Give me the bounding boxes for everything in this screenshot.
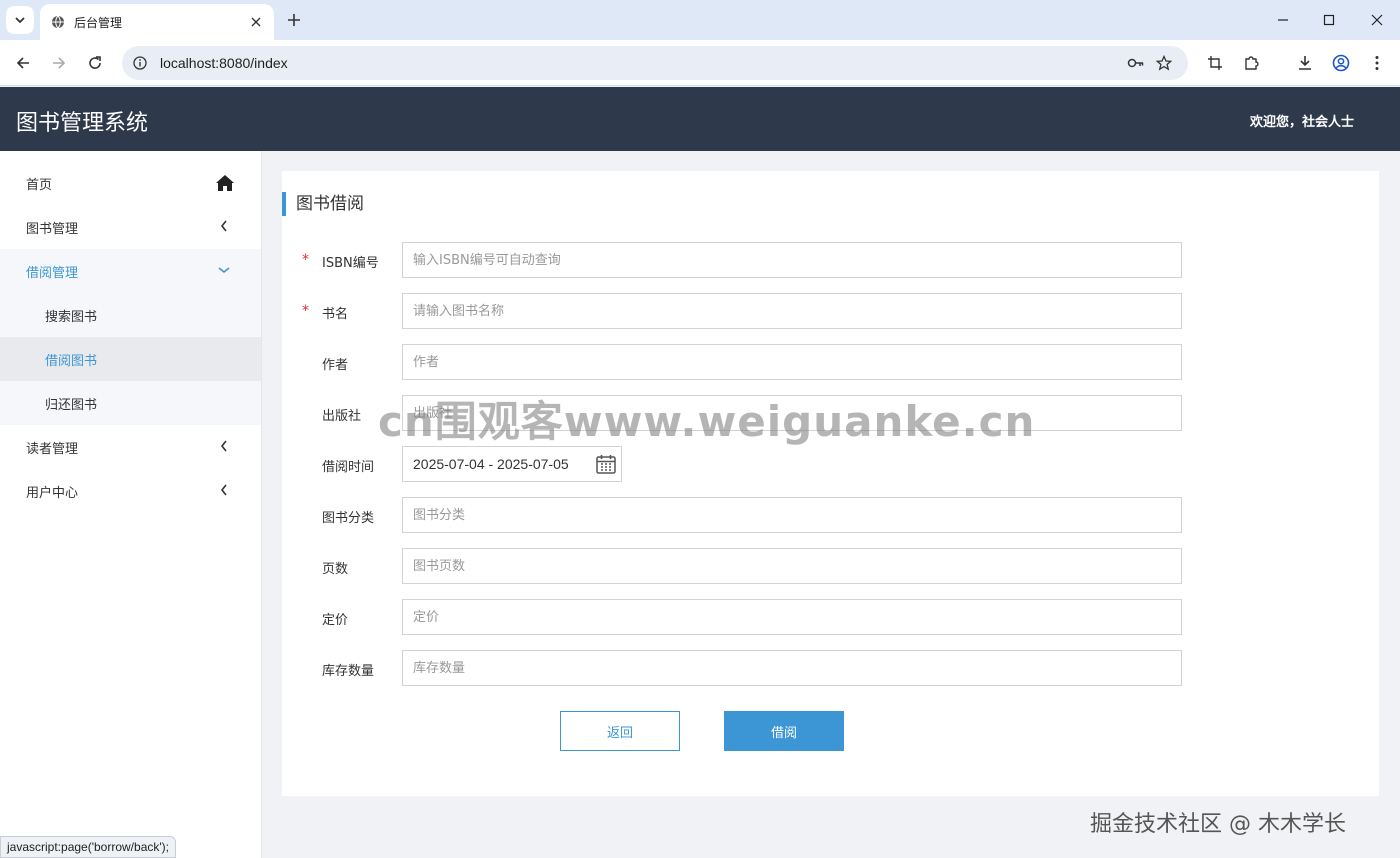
sidebar-item-label: 图书管理 [26,221,79,237]
chevron-left-icon [217,219,231,233]
forward-nav-button[interactable] [45,49,73,77]
sidebar-subitem-return-book[interactable]: 归还图书 [0,381,261,425]
book-name-input[interactable] [402,293,1182,329]
form-label: 图书分类 [322,511,375,526]
category-input[interactable] [402,497,1182,533]
key-icon[interactable] [1122,49,1150,77]
stock-input[interactable] [402,650,1182,686]
extensions-icon[interactable] [1237,49,1265,77]
form-label: 作者 [322,358,349,373]
tab-title: 后台管理 [74,15,123,30]
arrow-right-icon [53,57,66,69]
arrow-left-icon [16,57,29,69]
profile-icon[interactable] [1327,49,1355,77]
plus-icon [288,14,300,26]
form-row-publisher: 出版社 [282,395,1379,431]
address-bar[interactable]: localhost:8080/index [122,46,1188,80]
back-button[interactable]: 返回 [560,711,680,751]
sidebar: 首页 图书管理 借阅管理 搜索图书 借阅图书 归还图书 读者管理 用户中心 [0,151,262,858]
maximize-icon [1323,14,1335,26]
new-tab-button[interactable] [282,8,306,32]
crop-icon[interactable] [1201,49,1229,77]
maximize-button[interactable] [1306,0,1352,40]
borrow-submenu: 搜索图书 借阅图书 归还图书 [0,293,261,425]
site-info-icon[interactable] [132,55,148,71]
form-title: 图书借阅 [282,192,364,216]
form-label: 页数 [322,562,349,577]
form-row-borrow-time: 借阅时间 2025-07-04 - 2025-07-05 [282,446,1379,482]
sidebar-item-label: 首页 [26,177,53,193]
sidebar-item-user-center[interactable]: 用户中心 [0,469,261,513]
form-row-price: 定价 [282,599,1379,635]
download-icon[interactable] [1291,49,1319,77]
close-icon [1371,14,1383,26]
required-marker: * [302,303,309,319]
sidebar-item-reader-management[interactable]: 读者管理 [0,425,261,469]
sidebar-item-borrow-management[interactable]: 借阅管理 [0,249,261,293]
isbn-input[interactable] [402,242,1182,278]
chevron-down-icon [217,263,231,277]
sidebar-item-label: 借阅图书 [45,353,98,369]
window-close-button[interactable] [1354,0,1400,40]
browser-toolbar: localhost:8080/index [0,40,1400,112]
form-row-author: 作者 [282,344,1379,380]
form-row-stock: 库存数量 [282,650,1379,686]
publisher-input[interactable] [402,395,1182,431]
sidebar-item-label: 归还图书 [45,397,98,413]
credit-text: 掘金技术社区 @ 木木学长 [1090,812,1346,837]
app-header: 图书管理系统 欢迎您，社会人士 [0,87,1400,151]
required-marker: * [302,252,309,268]
borrow-form-card: 图书借阅 * ISBN编号 * 书名 作者 出版社 借阅时间 2025-07-0… [282,171,1379,796]
chevron-down-icon [15,17,25,24]
status-bar-link: javascript:page('borrow/back'); [0,836,176,858]
sidebar-item-label: 读者管理 [26,441,79,457]
reload-button[interactable] [81,49,109,77]
sidebar-item-home[interactable]: 首页 [0,161,261,205]
minimize-button[interactable] [1260,0,1306,40]
form-row-title: * 书名 [282,293,1379,329]
form-label: 库存数量 [322,664,375,679]
sidebar-item-label: 用户中心 [26,485,79,501]
sidebar-item-label: 借阅管理 [26,265,79,281]
form-label: 借阅时间 [322,460,375,475]
browser-tab-bar: 后台管理 [0,0,1400,40]
borrow-date-range-input[interactable]: 2025-07-04 - 2025-07-05 [402,446,622,482]
form-label: 书名 [322,307,349,322]
chevron-left-icon [217,439,231,453]
tab-search-button[interactable] [6,6,34,34]
minimize-icon [1278,19,1288,21]
more-menu-icon[interactable] [1363,49,1391,77]
form-label: 出版社 [322,409,362,424]
welcome-text: 欢迎您，社会人士 [1249,115,1354,130]
date-range-value: 2025-07-04 - 2025-07-05 [413,456,569,472]
globe-icon [50,14,66,30]
form-label: ISBN编号 [322,256,379,271]
author-input[interactable] [402,344,1182,380]
pages-input[interactable] [402,548,1182,584]
chevron-left-icon [217,483,231,497]
price-input[interactable] [402,599,1182,635]
sidebar-item-label: 搜索图书 [45,309,98,325]
sidebar-item-book-management[interactable]: 图书管理 [0,205,261,249]
browser-tab[interactable]: 后台管理 [40,4,274,40]
form-label: 定价 [322,613,349,628]
app-title: 图书管理系统 [16,111,149,136]
back-nav-button[interactable] [9,49,37,77]
form-row-isbn: * ISBN编号 [282,242,1379,278]
form-row-category: 图书分类 [282,497,1379,533]
form-row-pages: 页数 [282,548,1379,584]
sidebar-subitem-search-book[interactable]: 搜索图书 [0,293,261,337]
close-icon[interactable] [248,14,264,30]
calendar-icon[interactable] [595,453,617,475]
home-icon [216,175,234,191]
star-icon[interactable] [1150,49,1178,77]
borrow-button[interactable]: 借阅 [724,711,844,751]
reload-icon [89,56,101,69]
url-text[interactable]: localhost:8080/index [160,55,1122,71]
sidebar-subitem-borrow-book[interactable]: 借阅图书 [0,337,261,381]
